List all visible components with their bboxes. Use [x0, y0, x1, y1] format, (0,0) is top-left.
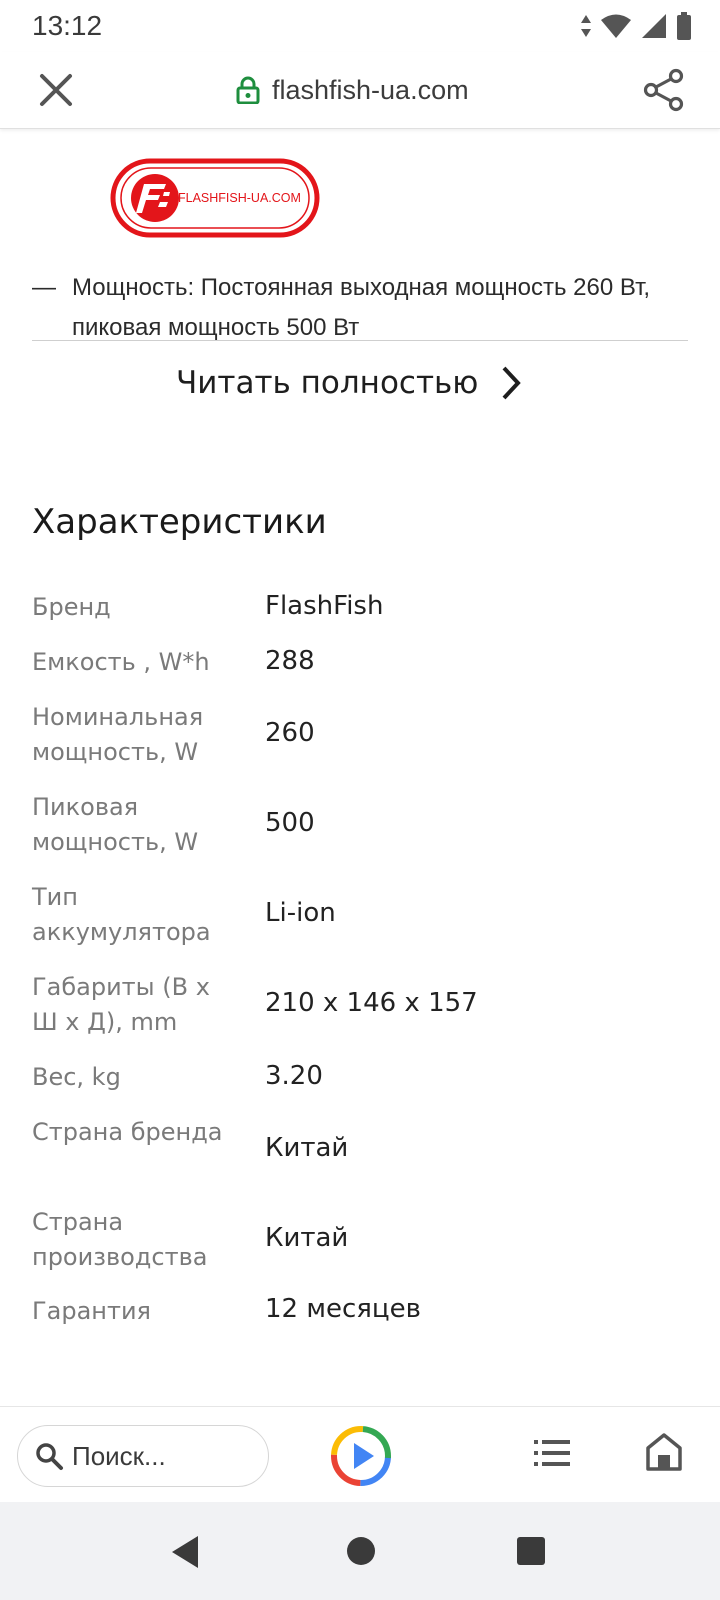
divider: [32, 340, 688, 341]
wifi-icon: [601, 14, 631, 38]
search-input[interactable]: Поиск...: [17, 1425, 269, 1487]
bottom-toolbar: Поиск...: [0, 1406, 720, 1503]
data-arrows-icon: [581, 15, 591, 37]
back-icon[interactable]: [170, 1534, 200, 1570]
spec-label: Страна производства: [32, 1208, 208, 1271]
spec-value: Китай: [265, 1223, 349, 1253]
spec-value: 3.20: [265, 1061, 323, 1091]
list-icon[interactable]: [532, 1433, 572, 1473]
spec-label: Номинальная мощность, W: [32, 703, 204, 766]
address-bar[interactable]: flashfish-ua.com: [236, 70, 469, 110]
chevron-right-icon: [502, 366, 522, 400]
close-icon[interactable]: [34, 68, 78, 112]
home-icon[interactable]: [644, 1431, 684, 1473]
share-icon[interactable]: [640, 66, 688, 114]
system-nav-bar: [0, 1502, 720, 1600]
spec-label: Страна бренда: [32, 1118, 223, 1146]
brand-logo[interactable]: FLASHFISH-UA.COM: [110, 158, 320, 238]
spec-label: Вес, kg: [32, 1063, 121, 1091]
spec-label: Емкость , W*h: [32, 648, 210, 676]
recents-icon[interactable]: [516, 1536, 546, 1566]
bullet-text: Мощность: Постоянная выходная мощность 2…: [72, 274, 651, 341]
home-circle-icon[interactable]: [346, 1536, 376, 1566]
url-text: flashfish-ua.com: [272, 74, 469, 105]
spec-value: Li-ion: [265, 898, 336, 928]
spec-value: Китай: [265, 1133, 349, 1163]
spec-value: 260: [265, 718, 315, 748]
spec-value: 210 x 146 x 157: [265, 988, 478, 1018]
read-more-label: Читать полностью: [176, 365, 479, 401]
signal-icon: [642, 14, 666, 38]
read-more-button[interactable]: Читать полностью: [176, 365, 522, 401]
logo-text: FLASHFISH-UA.COM: [178, 191, 301, 205]
spec-value: 288: [265, 646, 315, 676]
status-time: 13:12: [32, 10, 103, 41]
google-play-icon[interactable]: [330, 1425, 392, 1487]
status-bar: 13:12: [0, 0, 720, 52]
search-icon: [36, 1443, 63, 1470]
bullet-dash: —: [32, 274, 56, 301]
search-placeholder: Поиск...: [72, 1440, 166, 1471]
spec-label: Пиковая мощность, W: [32, 793, 199, 856]
browser-toolbar: flashfish-ua.com: [0, 52, 720, 129]
spec-value: 500: [265, 808, 315, 838]
battery-icon: [677, 12, 691, 40]
spec-label: Гарантия: [32, 1297, 151, 1325]
spec-label: Бренд: [32, 593, 111, 621]
lock-icon: [236, 76, 260, 104]
spec-value: FlashFish: [265, 591, 384, 621]
specs-title: Характеристики: [32, 502, 327, 542]
spec-label: Тип аккумулятора: [32, 883, 211, 946]
spec-value: 12 месяцев: [265, 1294, 421, 1324]
status-icons: [580, 12, 692, 40]
spec-label: Габариты (В x Ш x Д), mm: [32, 973, 210, 1036]
